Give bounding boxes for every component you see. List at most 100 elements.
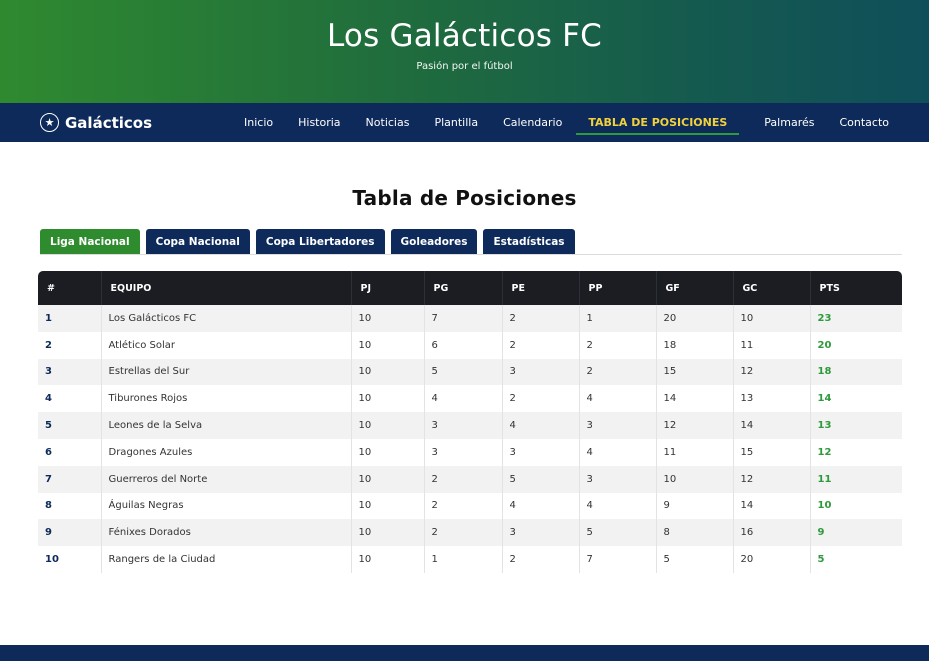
stat-cell: 2 [502, 305, 580, 332]
stat-cell: 20 [656, 305, 734, 332]
site-title: Los Galácticos FC [326, 18, 603, 54]
column-header: PE [502, 271, 580, 305]
hero-banner: Los Galácticos FC Pasión por el fútbol [0, 0, 929, 103]
main-navbar: ★ Galácticos Inicio Historia Noticias Pl… [0, 103, 929, 142]
page-title: Tabla de Posiciones [352, 186, 577, 210]
competition-tabs: Liga Nacional Copa Nacional Copa Liberta… [40, 229, 902, 255]
stat-cell: 10 [733, 305, 811, 332]
team-name-cell: Guerreros del Norte [101, 465, 352, 493]
tab-estadisticas[interactable]: Estadísticas [483, 229, 575, 254]
stat-cell: 9 [656, 492, 734, 520]
team-name-cell: Rangers de la Ciudad [101, 546, 352, 573]
nav-links: Inicio Historia Noticias Plantilla Calen… [219, 103, 889, 142]
brand-link[interactable]: ★ Galácticos [40, 113, 152, 132]
position-cell: 5 [38, 412, 102, 439]
stat-cell: 4 [579, 438, 657, 466]
points-cell: 12 [810, 438, 902, 466]
team-name-cell: Atlético Solar [101, 331, 352, 359]
position-cell: 4 [38, 385, 102, 413]
stat-cell: 3 [424, 438, 503, 466]
stat-cell: 12 [656, 412, 734, 439]
nav-link-palmares[interactable]: Palmarés [764, 112, 814, 133]
stat-cell: 2 [502, 546, 580, 573]
stat-cell: 5 [424, 358, 503, 386]
column-header: PG [424, 271, 503, 305]
stat-cell: 4 [579, 492, 657, 520]
stat-cell: 2 [424, 492, 503, 520]
table-row: 9 Fénixes Dorados 10 2 3 5 8 16 9 [38, 519, 902, 547]
stat-cell: 12 [733, 465, 811, 493]
stat-cell: 6 [424, 331, 503, 359]
nav-link-noticias[interactable]: Noticias [366, 112, 410, 133]
tab-copa-libertadores[interactable]: Copa Libertadores [255, 229, 385, 254]
stat-cell: 16 [733, 519, 811, 547]
stat-cell: 20 [733, 546, 811, 573]
stat-cell: 10 [351, 546, 425, 573]
table-row: 6 Dragones Azules 10 3 3 4 11 15 12 [38, 438, 902, 466]
stat-cell: 3 [502, 519, 580, 547]
column-header: PJ [351, 271, 425, 305]
points-cell: 20 [810, 331, 902, 359]
stat-cell: 10 [351, 519, 425, 547]
stat-cell: 11 [733, 331, 811, 359]
position-cell: 10 [38, 546, 102, 573]
team-name-cell: Leones de la Selva [101, 412, 352, 439]
nav-link-plantilla[interactable]: Plantilla [434, 112, 478, 133]
table-row: 8 Águilas Negras 10 2 4 4 9 14 10 [38, 492, 902, 520]
stat-cell: 14 [733, 492, 811, 520]
stat-cell: 2 [579, 331, 657, 359]
stat-cell: 14 [733, 412, 811, 439]
table-header-row: # EQUIPO PJ PG PE PP GF GC PTS [38, 271, 902, 305]
position-cell: 1 [38, 305, 102, 332]
stat-cell: 5 [579, 519, 657, 547]
stat-cell: 10 [656, 465, 734, 493]
stat-cell: 2 [424, 465, 503, 493]
stat-cell: 10 [351, 358, 425, 386]
stat-cell: 15 [733, 438, 811, 466]
position-cell: 8 [38, 492, 102, 520]
nav-link-contacto[interactable]: Contacto [839, 112, 889, 133]
points-cell: 23 [810, 305, 902, 332]
stat-cell: 5 [656, 546, 734, 573]
standings-table: # EQUIPO PJ PG PE PP GF GC PTS 1 Los Galá… [38, 271, 902, 573]
points-cell: 5 [810, 546, 902, 573]
stat-cell: 2 [502, 331, 580, 359]
nav-link-tabla-de-posiciones[interactable]: TABLA DE POSICIONES [576, 110, 740, 135]
column-header: PP [579, 271, 657, 305]
team-name-cell: Tiburones Rojos [101, 385, 352, 413]
stat-cell: 2 [424, 519, 503, 547]
stat-cell: 3 [502, 438, 580, 466]
stat-cell: 4 [424, 385, 503, 413]
table-row: 1 Los Galácticos FC 10 7 2 1 20 10 23 [38, 305, 902, 332]
stat-cell: 1 [424, 546, 503, 573]
nav-link-calendario[interactable]: Calendario [503, 112, 562, 133]
standings-body: 1 Los Galácticos FC 10 7 2 1 20 10 23 2 Atlético S… [38, 305, 902, 573]
site-subtitle: Pasión por el fútbol [416, 61, 513, 72]
tab-copa-nacional[interactable]: Copa Nacional [145, 229, 250, 254]
stat-cell: 7 [579, 546, 657, 573]
stat-cell: 10 [351, 305, 425, 332]
stat-cell: 7 [424, 305, 503, 332]
points-cell: 13 [810, 412, 902, 439]
stat-cell: 3 [579, 465, 657, 493]
points-cell: 9 [810, 519, 902, 547]
page-footer [0, 645, 929, 661]
stat-cell: 13 [733, 385, 811, 413]
nav-link-historia[interactable]: Historia [298, 112, 340, 133]
stat-cell: 10 [351, 385, 425, 413]
position-cell: 6 [38, 438, 102, 466]
team-name-cell: Fénixes Dorados [101, 519, 352, 547]
stat-cell: 3 [579, 412, 657, 439]
tab-goleadores[interactable]: Goleadores [390, 229, 478, 254]
table-row: 2 Atlético Solar 10 6 2 2 18 11 20 [38, 331, 902, 359]
table-row: 10 Rangers de la Ciudad 10 1 2 7 5 20 5 [38, 546, 902, 573]
stat-cell: 10 [351, 492, 425, 520]
nav-link-inicio[interactable]: Inicio [244, 112, 273, 133]
stat-cell: 1 [579, 305, 657, 332]
column-header: GF [656, 271, 734, 305]
points-cell: 10 [810, 492, 902, 520]
standings-table-container: # EQUIPO PJ PG PE PP GF GC PTS 1 Los Galá… [38, 271, 902, 573]
team-name-cell: Águilas Negras [101, 492, 352, 520]
tab-liga-nacional[interactable]: Liga Nacional [40, 229, 140, 254]
position-cell: 9 [38, 519, 102, 547]
